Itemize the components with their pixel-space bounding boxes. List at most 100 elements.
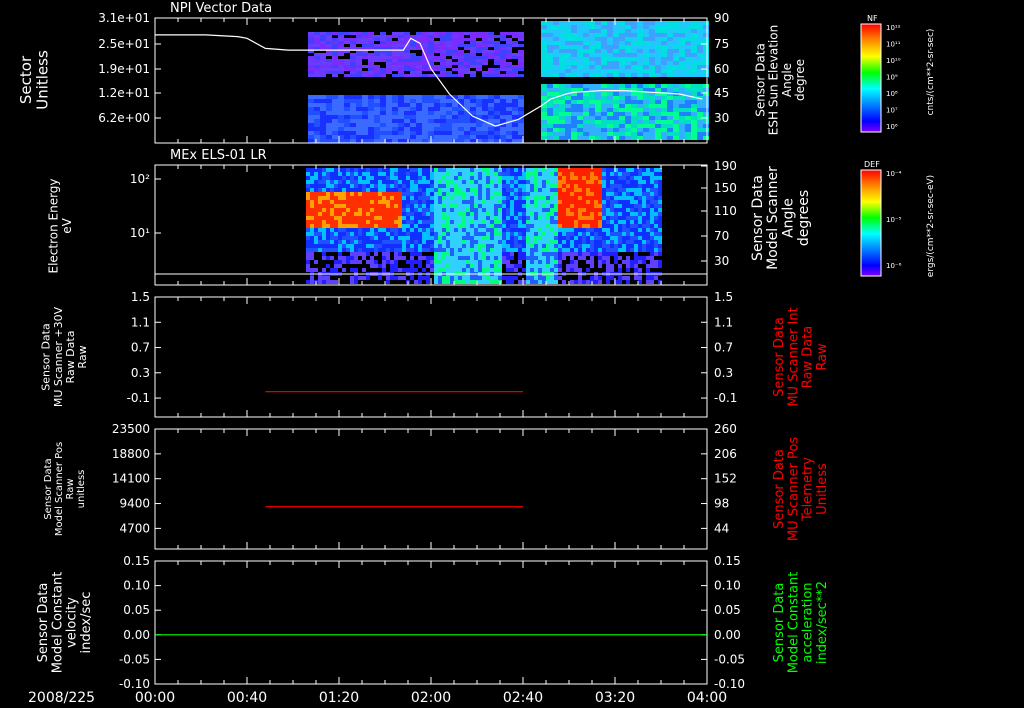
- heat-cell: [502, 232, 506, 236]
- heat-cell: [362, 32, 368, 35]
- heat-cell: [583, 112, 589, 116]
- heat-cell: [430, 216, 434, 220]
- heat-cell: [546, 216, 550, 220]
- heat-cell: [346, 224, 350, 228]
- heat-cell: [454, 196, 458, 200]
- heat-cell: [506, 38, 512, 41]
- heat-cell: [476, 50, 482, 53]
- heat-cell: [673, 53, 679, 57]
- heat-cell: [338, 256, 342, 260]
- heat-cell: [362, 74, 368, 77]
- heat-cell: [607, 73, 613, 77]
- heat-cell: [350, 244, 354, 248]
- heat-cell: [583, 136, 589, 140]
- heat-cell: [470, 184, 474, 188]
- heat-cell: [673, 120, 679, 124]
- heat-cell: [541, 73, 547, 77]
- heat-cell: [362, 240, 366, 244]
- heat-cell: [613, 128, 619, 132]
- heat-cell: [414, 196, 418, 200]
- heat-cell: [410, 180, 414, 184]
- heat-cell: [450, 240, 454, 244]
- heat-cell: [478, 224, 482, 228]
- heat-cell: [614, 184, 618, 188]
- heat-cell: [510, 172, 514, 176]
- heat-cell: [582, 172, 586, 176]
- heat-cell: [586, 220, 590, 224]
- heat-cell: [404, 103, 410, 107]
- heat-cell: [554, 192, 558, 196]
- heat-cell: [362, 276, 366, 280]
- heat-cell: [494, 103, 500, 107]
- heat-cell: [320, 59, 326, 62]
- heat-cell: [566, 196, 570, 200]
- heat-cell: [534, 180, 538, 184]
- heat-cell: [374, 228, 378, 232]
- heat-cell: [370, 168, 374, 172]
- heat-cell: [498, 276, 502, 280]
- heat-cell: [466, 216, 470, 220]
- heat-cell: [488, 53, 494, 56]
- heat-cell: [366, 188, 370, 192]
- heat-cell: [318, 236, 322, 240]
- heat-cell: [625, 49, 631, 53]
- heat-cell: [458, 44, 464, 47]
- heat-cell: [649, 116, 655, 120]
- heat-cell: [440, 127, 446, 131]
- heat-cell: [394, 264, 398, 268]
- heat-cell: [607, 33, 613, 37]
- heat-cell: [438, 200, 442, 204]
- heat-cell: [458, 200, 462, 204]
- heat-cell: [422, 44, 428, 47]
- heat-cell: [613, 116, 619, 120]
- heat-cell: [462, 228, 466, 232]
- heat-cell: [614, 232, 618, 236]
- heat-cell: [622, 268, 626, 272]
- heat-cell: [558, 228, 562, 232]
- heat-cell: [502, 252, 506, 256]
- heat-cell: [510, 168, 514, 172]
- heat-cell: [554, 268, 558, 272]
- heat-cell: [482, 236, 486, 240]
- heat-cell: [374, 256, 378, 260]
- heat-cell: [474, 228, 478, 232]
- heat-cell: [350, 59, 356, 62]
- heat-cell: [595, 124, 601, 128]
- heat-cell: [703, 104, 709, 108]
- heat-cell: [510, 196, 514, 200]
- heat-cell: [498, 180, 502, 184]
- heat-cell: [494, 212, 498, 216]
- heat-cell: [338, 192, 342, 196]
- heat-cell: [410, 200, 414, 204]
- heat-cell: [658, 256, 662, 260]
- heat-cell: [398, 216, 402, 220]
- heat-cell: [642, 204, 646, 208]
- heat-cell: [577, 132, 583, 136]
- heat-cell: [667, 120, 673, 124]
- heat-cell: [470, 135, 476, 139]
- heat-cell: [404, 139, 410, 143]
- heat-cell: [334, 180, 338, 184]
- heat-cell: [673, 116, 679, 120]
- heat-cell: [685, 116, 691, 120]
- heat-cell: [338, 111, 344, 115]
- heat-cell: [434, 131, 440, 135]
- heat-cell: [637, 92, 643, 96]
- heat-cell: [631, 100, 637, 104]
- heat-cell: [314, 224, 318, 228]
- colorbar-1-tick: 10⁹: [886, 74, 898, 82]
- heat-cell: [434, 192, 438, 196]
- heat-cell: [654, 176, 658, 180]
- heat-cell: [541, 37, 547, 41]
- heat-cell: [466, 212, 470, 216]
- heat-cell: [518, 103, 524, 107]
- heat-cell: [462, 248, 466, 252]
- heat-cell: [550, 204, 554, 208]
- heat-cell: [404, 107, 410, 111]
- heat-cell: [342, 268, 346, 272]
- heat-cell: [598, 260, 602, 264]
- heat-cell: [458, 32, 464, 35]
- heat-cell: [594, 212, 598, 216]
- heat-cell: [654, 220, 658, 224]
- heat-cell: [450, 252, 454, 256]
